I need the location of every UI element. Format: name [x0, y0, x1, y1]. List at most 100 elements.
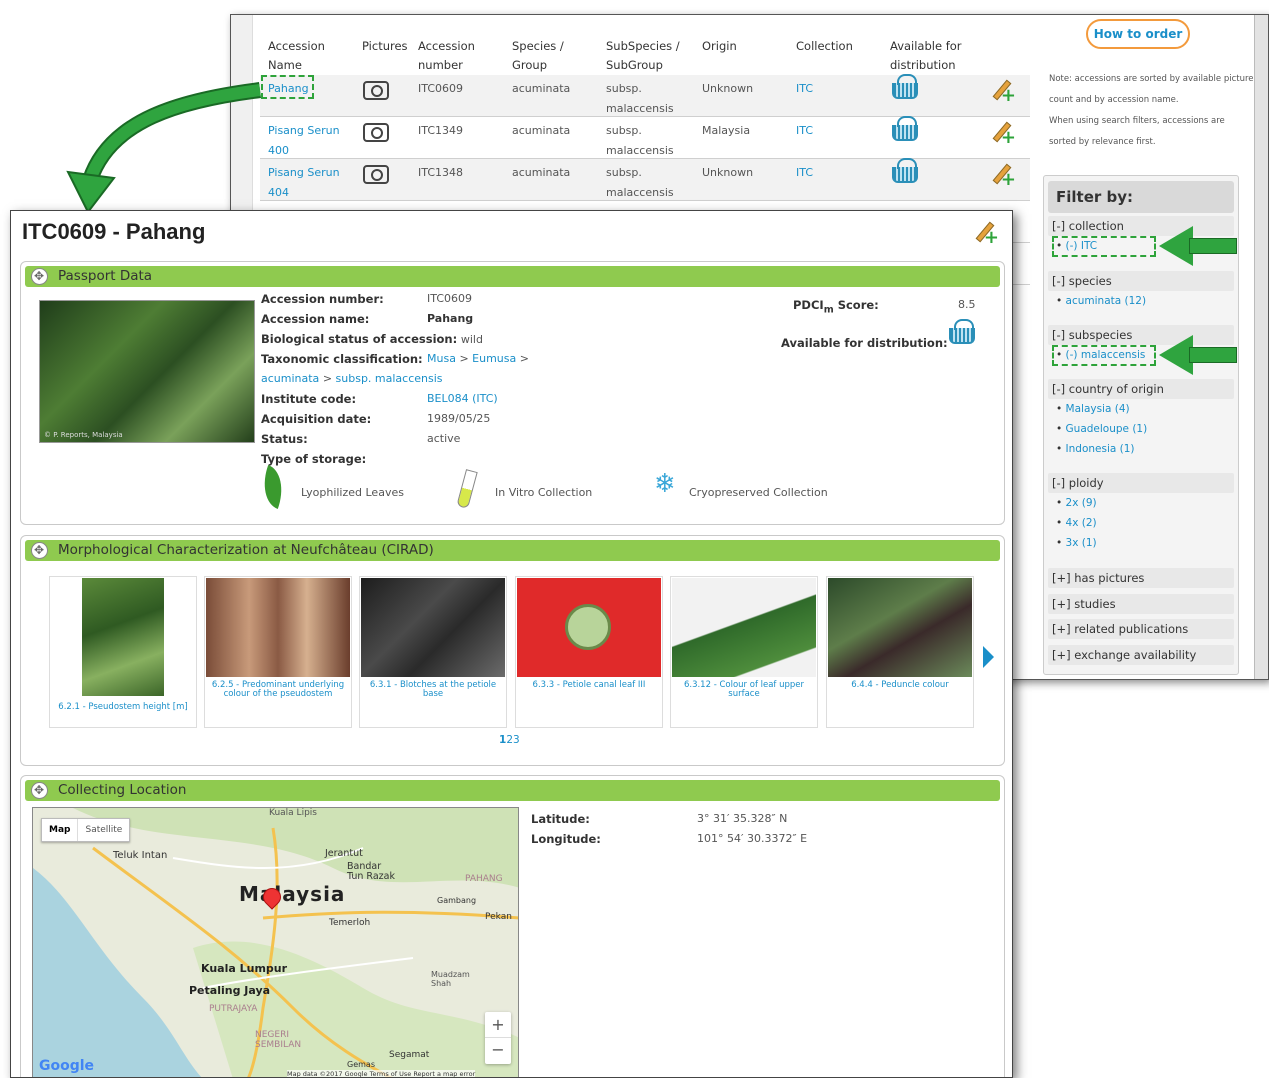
move-icon [31, 540, 48, 561]
pdci-label: PDCIm Score: [793, 298, 879, 315]
trait-thumbnail[interactable]: 6.2.1 - Pseudostem height [m] [49, 576, 197, 728]
basket-icon[interactable] [892, 74, 918, 99]
filter-ploidy-toggle[interactable]: [-] ploidy [1048, 473, 1234, 493]
filter-item-4x[interactable]: 4x (2) [1056, 515, 1097, 531]
map-place-label: Jerantut [325, 848, 363, 859]
header-subspecies[interactable]: SubSpecies / SubGroup [606, 37, 680, 75]
trait-caption[interactable]: 6.2.1 - Pseudostem height [m] [52, 703, 194, 712]
filter-title: Filter by: [1048, 181, 1234, 213]
map-place-label: Segamat [389, 1050, 430, 1060]
longitude-value: 101° 54′ 30.3372″ E [697, 832, 808, 845]
storage-in-vitro: In Vitro Collection [495, 486, 593, 499]
filter-country-toggle[interactable]: [-] country of origin [1048, 379, 1234, 399]
header-collection[interactable]: Collection [796, 37, 853, 56]
taxonomy-eumusa-link[interactable]: Eumusa [472, 352, 516, 365]
page-link-3[interactable]: 3 [513, 734, 520, 746]
pagination: 123 [499, 734, 520, 746]
taxonomy-acuminata-link[interactable]: acuminata [261, 372, 319, 385]
filter-collection-toggle[interactable]: [-] collection [1048, 216, 1234, 236]
camera-icon[interactable] [363, 81, 389, 100]
header-pictures[interactable]: Pictures [362, 37, 408, 56]
page-title: ITC0609 - Pahang [22, 219, 206, 244]
basket-icon[interactable] [949, 319, 975, 344]
trait-caption[interactable]: 6.4.4 - Peduncle colour [829, 681, 971, 690]
header-origin[interactable]: Origin [702, 37, 737, 56]
accession-name-link[interactable]: Pisang Serun 404 [268, 163, 340, 203]
trait-caption[interactable]: 6.3.3 - Petiole canal leaf III [518, 681, 660, 690]
page-link-2[interactable]: 2 [506, 734, 513, 746]
photo-credit: © P. Reports, Malaysia [44, 431, 123, 439]
collection-link[interactable]: ITC [796, 121, 813, 141]
trait-photo [517, 578, 661, 677]
passport-header[interactable]: Passport Data [25, 266, 1000, 287]
filter-item-3x[interactable]: 3x (1) [1056, 535, 1097, 551]
filter-item-acuminata[interactable]: acuminata (12) [1056, 293, 1147, 309]
collection-link[interactable]: ITC [796, 79, 813, 99]
zoom-in-button[interactable]: + [485, 1012, 511, 1038]
add-to-list-icon[interactable]: + [971, 217, 999, 247]
bio-status-value: wild [460, 333, 483, 346]
morphology-header[interactable]: Morphological Characterization at Neufch… [25, 540, 1000, 561]
map-button[interactable]: Map [42, 819, 77, 841]
table-row[interactable]: Pisang Serun 404 ITC1348 acuminata subsp… [260, 158, 1030, 203]
table-row[interactable]: Pisang Serun 400 ITC1349 acuminata subsp… [260, 116, 1030, 161]
filter-species-toggle[interactable]: [-] species [1048, 271, 1234, 291]
trait-caption[interactable]: 6.2.5 - Predominant underlying colour of… [207, 681, 349, 699]
taxonomy-separator: > [519, 352, 529, 365]
sort-note: Note: accessions are sorted by available… [1049, 74, 1254, 105]
collection-link[interactable]: ITC [796, 163, 813, 183]
trait-photo [672, 578, 816, 677]
basket-icon[interactable] [892, 158, 918, 183]
header-available[interactable]: Available for distribution [890, 37, 962, 75]
taxonomy-line2: acuminata > subsp. malaccensis [261, 372, 443, 385]
header-species[interactable]: Species / Group [512, 37, 564, 75]
camera-icon[interactable] [363, 165, 389, 184]
basket-icon[interactable] [892, 116, 918, 141]
accession-photo[interactable]: © P. Reports, Malaysia [39, 300, 255, 443]
latitude-value: 3° 31′ 35.328″ N [697, 812, 788, 825]
location-header[interactable]: Collecting Location [25, 780, 1000, 801]
add-to-list-icon[interactable]: + [988, 75, 1016, 105]
filter-item-indonesia[interactable]: Indonesia (1) [1056, 441, 1135, 457]
accession-number: ITC0609 [418, 82, 463, 95]
taxonomy-subsp-link[interactable]: subsp. malaccensis [336, 372, 443, 385]
status-value: active [427, 432, 461, 445]
trait-thumbnail[interactable]: 6.3.12 - Colour of leaf upper surface [670, 576, 818, 728]
zoom-out-button[interactable]: − [485, 1038, 511, 1064]
species: acuminata [512, 124, 571, 137]
filter-item-guadeloupe[interactable]: Guadeloupe (1) [1056, 421, 1148, 437]
trait-thumbnail[interactable]: 6.2.5 - Predominant underlying colour of… [204, 576, 352, 728]
taxonomy-line1: Musa > Eumusa > [427, 352, 529, 365]
next-arrow-icon[interactable] [983, 646, 994, 668]
label: Type of storage: [261, 452, 367, 466]
taxonomy-musa-link[interactable]: Musa [427, 352, 456, 365]
map[interactable]: Map Satellite Kuala Lipis Teluk Intan Je… [32, 807, 519, 1077]
table-row[interactable]: Pahang ITC0609 acuminata subsp. malaccen… [260, 74, 1030, 117]
vertical-scrollbar[interactable] [1254, 15, 1268, 679]
trait-caption[interactable]: 6.3.1 - Blotches at the petiole base [362, 681, 504, 699]
accession-name-value: Pahang [427, 312, 474, 325]
camera-icon[interactable] [363, 123, 389, 142]
header-accession-name[interactable]: Accession Name [268, 37, 348, 75]
filter-subspecies-toggle[interactable]: [-] subspecies [1048, 325, 1234, 345]
trait-thumbnail[interactable]: 6.4.4 - Peduncle colour [826, 576, 974, 728]
filter-has-pictures-toggle[interactable]: [+] has pictures [1048, 568, 1234, 588]
satellite-button[interactable]: Satellite [77, 819, 129, 841]
add-to-list-icon[interactable]: + [988, 159, 1016, 189]
institute-link[interactable]: BEL084 (ITC) [427, 392, 498, 405]
filter-exchange-toggle[interactable]: [+] exchange availability [1048, 645, 1234, 665]
trait-thumbnail[interactable]: 6.3.3 - Petiole canal leaf III [515, 576, 663, 728]
passport-panel: Passport Data © P. Reports, Malaysia Acc… [20, 261, 1005, 525]
how-to-order-button[interactable]: How to order [1086, 19, 1190, 49]
trait-thumbnail[interactable]: 6.3.1 - Blotches at the petiole base [359, 576, 507, 728]
filter-publications-toggle[interactable]: [+] related publications [1048, 619, 1234, 639]
add-to-list-icon[interactable]: + [988, 117, 1016, 147]
accession-name-link[interactable]: Pisang Serun 400 [268, 121, 340, 161]
filter-item-2x[interactable]: 2x (9) [1056, 495, 1097, 511]
filter-studies-toggle[interactable]: [+] studies [1048, 594, 1234, 614]
header-accession-number[interactable]: Accession number [418, 37, 475, 75]
filter-item-malaysia[interactable]: Malaysia (4) [1056, 401, 1130, 417]
map-attribution[interactable]: Map data ©2017 Google Terms of Use Repor… [287, 1070, 476, 1077]
google-logo: Google [39, 1058, 95, 1074]
trait-caption[interactable]: 6.3.12 - Colour of leaf upper surface [673, 681, 815, 699]
